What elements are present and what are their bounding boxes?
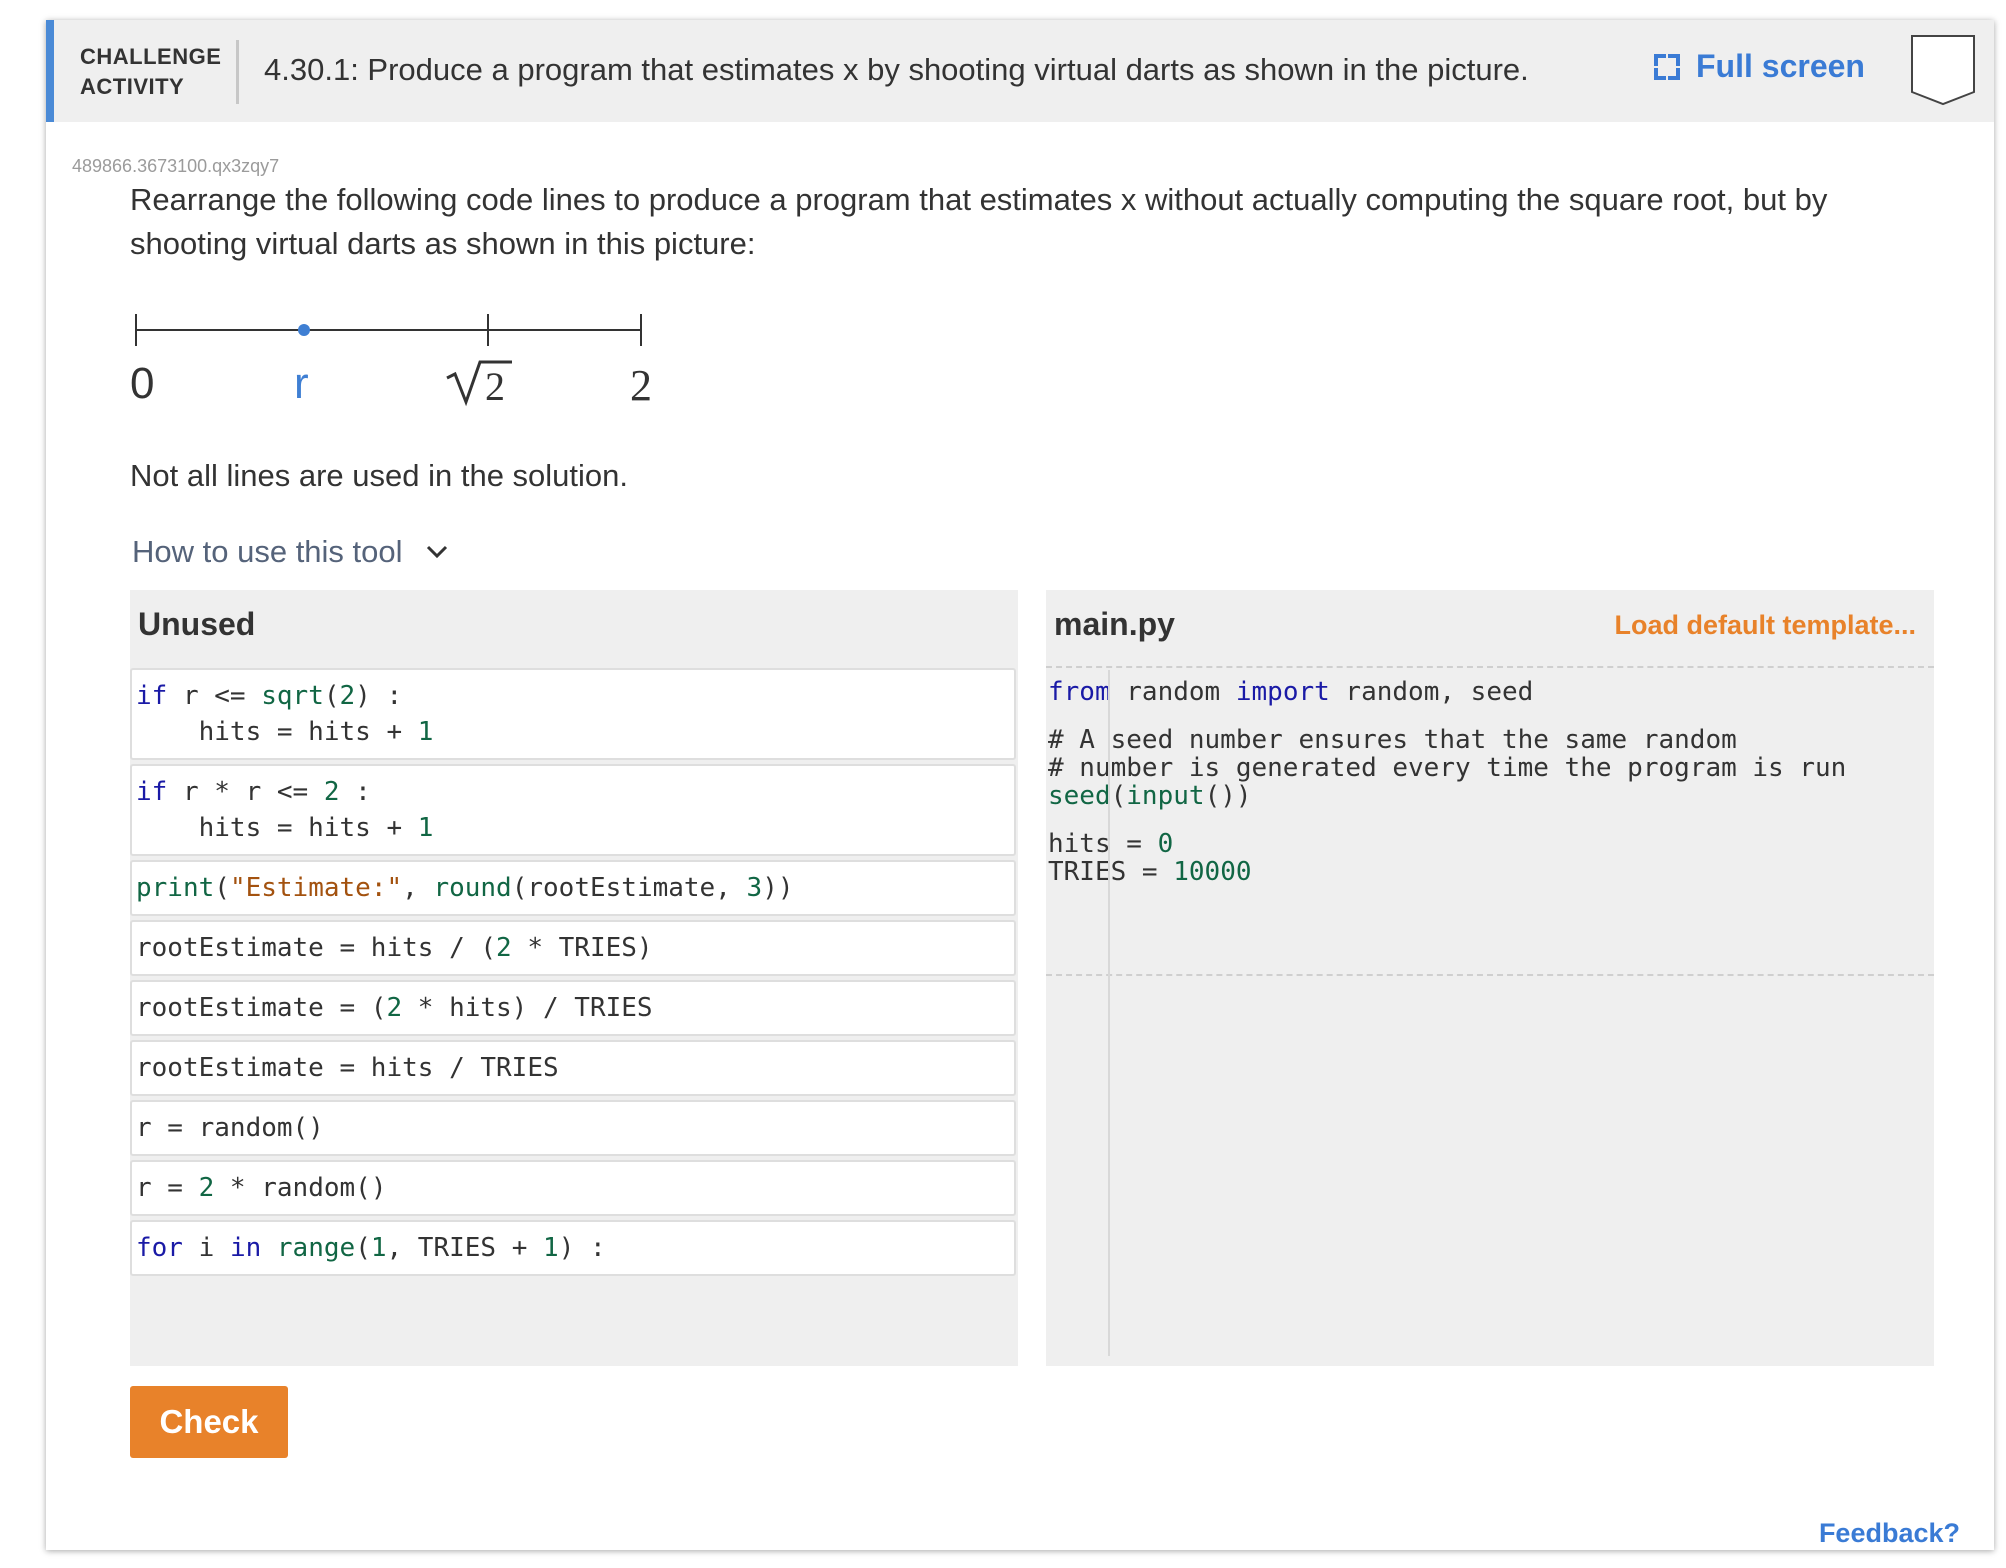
code-block[interactable]: r = random(): [130, 1100, 1016, 1156]
code-block[interactable]: if r <= sqrt(2) : hits = hits + 1: [130, 668, 1016, 760]
check-button[interactable]: Check: [130, 1386, 288, 1458]
code-line: r = random(): [136, 1113, 324, 1143]
code-line: if r * r <= 2 :: [136, 777, 371, 807]
code-line: hits = hits + 1: [136, 813, 434, 843]
challenge-activity-card: CHALLENGE ACTIVITY 4.30.1: Produce a pro…: [46, 20, 1994, 1550]
code-line: rootEstimate = (2 * hits) / TRIES: [136, 993, 653, 1023]
activity-type-line2: ACTIVITY: [80, 74, 185, 99]
code-line: for i in range(1, TRIES + 1) :: [136, 1233, 606, 1263]
chevron-down-icon: [426, 545, 447, 559]
label-r: r: [294, 359, 309, 408]
activity-header: CHALLENGE ACTIVITY 4.30.1: Produce a pro…: [46, 20, 1994, 122]
activity-title: 4.30.1: Produce a program that estimates…: [264, 52, 1529, 87]
fullscreen-icon: [1654, 53, 1680, 80]
code-line: if r <= sqrt(2) :: [136, 681, 403, 711]
code-block[interactable]: rootEstimate = (2 * hits) / TRIES: [130, 980, 1016, 1036]
activity-type-line1: CHALLENGE: [80, 44, 222, 69]
how-to-use-toggle[interactable]: How to use this tool: [132, 534, 449, 570]
header-divider: [236, 40, 239, 104]
label-two: 2: [630, 361, 652, 410]
code-block[interactable]: if r * r <= 2 : hits = hits + 1: [130, 764, 1016, 856]
unused-block-list: if r <= sqrt(2) : hits = hits + 1 if r * …: [130, 668, 1018, 1280]
number-line: [135, 314, 642, 346]
activity-type-label: CHALLENGE ACTIVITY: [80, 42, 221, 102]
main-panel: main.py Load default template... from ra…: [1046, 590, 1934, 1366]
code-block[interactable]: for i in range(1, TRIES + 1) :: [130, 1220, 1016, 1276]
code-line: r = 2 * random(): [136, 1173, 387, 1203]
editor-code-line: from random import random, seed: [1048, 677, 1534, 707]
editor-code-line: seed(input()): [1048, 781, 1252, 811]
feedback-link[interactable]: Feedback?: [1819, 1518, 1960, 1549]
code-block[interactable]: rootEstimate = hits / (2 * TRIES): [130, 920, 1016, 976]
note-text: Not all lines are used in the solution.: [130, 458, 629, 493]
how-to-use-label: How to use this tool: [132, 534, 403, 569]
instructions-text: Rearrange the following code lines to pr…: [130, 182, 1828, 261]
unused-panel: Unused if r <= sqrt(2) : hits = hits + 1…: [130, 590, 1018, 1366]
code-line: rootEstimate = hits / (2 * TRIES): [136, 933, 653, 963]
unused-title: Unused: [138, 606, 256, 642]
number-line-diagram: 0 r 2 2: [130, 314, 652, 410]
code-line: print("Estimate:", round(rootEstimate, 3…: [136, 873, 794, 903]
label-zero: 0: [130, 359, 154, 408]
code-block[interactable]: r = 2 * random(): [130, 1160, 1016, 1216]
code-line: hits = hits + 1: [136, 717, 434, 747]
fullscreen-label: Full screen: [1696, 48, 1865, 84]
bookmark-icon[interactable]: [1910, 34, 1976, 106]
editor-indent-guide: [1108, 670, 1110, 1356]
code-block[interactable]: rootEstimate = hits / TRIES: [130, 1040, 1016, 1096]
editor-code-line: TRIES = 10000: [1048, 857, 1252, 887]
main-code-editor[interactable]: from random import random, seed # A seed …: [1046, 666, 1934, 976]
main-file-title: main.py: [1054, 606, 1175, 642]
dart-point-r: [298, 324, 310, 336]
activity-id: 489866.3673100.qx3zqy7: [72, 156, 280, 176]
load-default-template-link[interactable]: Load default template...: [1614, 610, 1916, 641]
code-line: rootEstimate = hits / TRIES: [136, 1053, 559, 1083]
label-sqrt-value: 2: [485, 364, 505, 409]
code-block[interactable]: print("Estimate:", round(rootEstimate, 3…: [130, 860, 1016, 916]
fullscreen-button[interactable]: Full screen: [1654, 48, 1865, 85]
